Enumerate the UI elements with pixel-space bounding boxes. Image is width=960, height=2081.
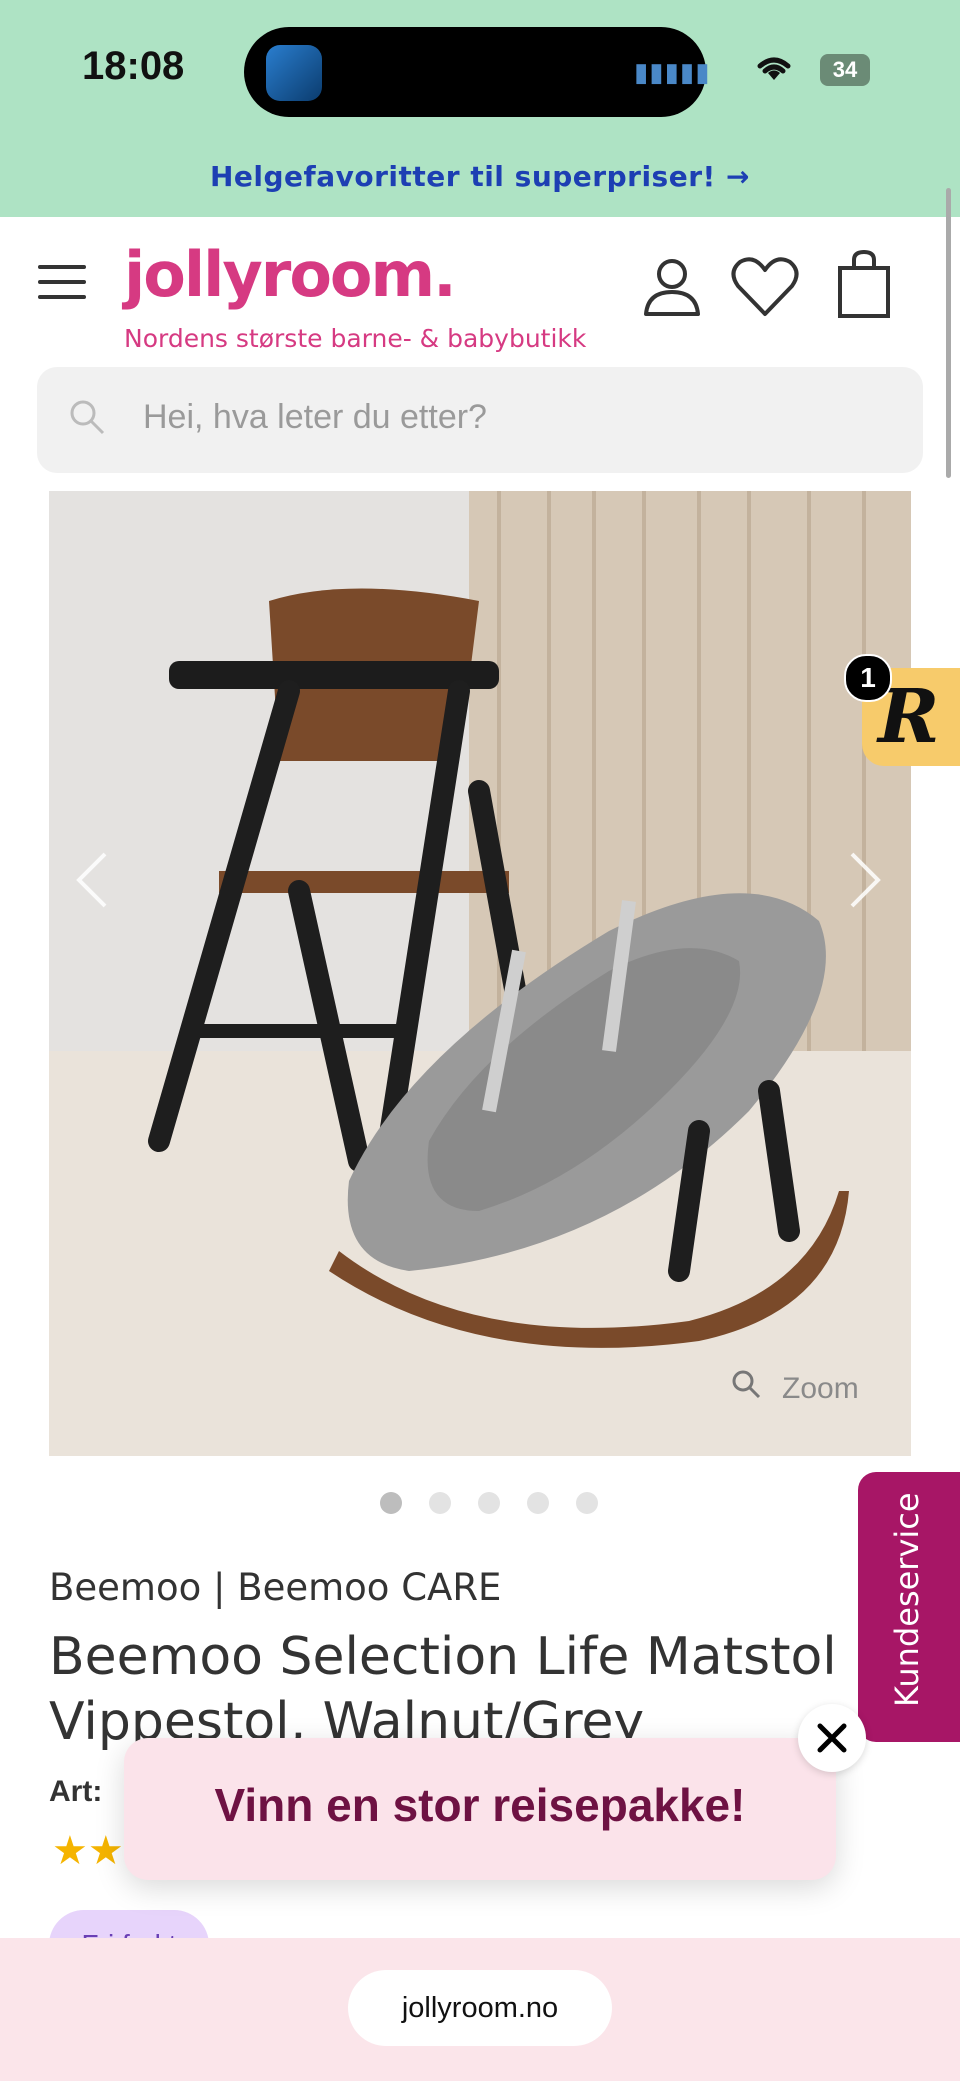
search-input[interactable]	[141, 397, 905, 438]
jollyroom-logo[interactable]: jollyroom.	[124, 238, 457, 311]
previous-image-arrow[interactable]	[75, 850, 109, 910]
product-image[interactable]	[49, 491, 911, 1456]
product-photo	[49, 491, 911, 1456]
article-number-label: Art:	[49, 1775, 103, 1808]
reviews-count-badge: 1	[844, 654, 892, 702]
battery-indicator: 34	[820, 54, 870, 86]
product-brand[interactable]: Beemoo | Beemoo CARE	[49, 1566, 501, 1609]
close-icon	[817, 1723, 847, 1753]
gallery-dot[interactable]	[527, 1492, 549, 1514]
rating-stars[interactable]: ★★	[52, 1828, 124, 1874]
gallery-dot[interactable]	[429, 1492, 451, 1514]
status-time: 18:08	[82, 44, 185, 88]
customer-service-label: Kundeservice	[888, 1492, 926, 1707]
address-bar[interactable]: jollyroom.no	[348, 1970, 612, 2046]
search-icon	[70, 400, 105, 435]
zoom-icon	[732, 1370, 761, 1399]
heart-icon[interactable]	[730, 254, 800, 318]
zoom-button[interactable]: Zoom	[730, 1368, 859, 1408]
gallery-dot[interactable]	[576, 1492, 598, 1514]
next-image-arrow[interactable]	[848, 850, 882, 910]
product-title: Beemoo Selection Life Matstol Inkl.	[49, 1627, 960, 1687]
menu-icon[interactable]	[38, 265, 86, 301]
popup-close-button[interactable]	[798, 1704, 866, 1772]
customer-service-tab[interactable]: Kundeservice	[858, 1472, 960, 1742]
popup-text: Vinn en stor reisepakke!	[214, 1779, 746, 1831]
gallery-dot[interactable]	[380, 1492, 402, 1514]
siri-avatar-icon	[266, 45, 322, 101]
zoom-label: Zoom	[782, 1372, 859, 1405]
search-bar[interactable]	[37, 367, 923, 473]
shopping-bag-icon[interactable]	[836, 250, 892, 320]
promo-banner-link[interactable]: Helgefavoritter til superpriser! →	[0, 160, 960, 193]
user-icon[interactable]	[640, 254, 704, 318]
audio-wave-icon: ▮▮▮▮▮	[634, 57, 711, 87]
page-scrollbar[interactable]	[946, 188, 951, 478]
tagline: Nordens største barne- & babybutikk	[124, 324, 587, 353]
wifi-icon	[757, 57, 791, 80]
browser-bottom-bar: jollyroom.no	[0, 1938, 960, 2081]
dynamic-island: ▮▮▮▮▮	[244, 27, 710, 117]
gallery-dot[interactable]	[478, 1492, 500, 1514]
contest-popup[interactable]: Vinn en stor reisepakke!	[124, 1738, 836, 1880]
